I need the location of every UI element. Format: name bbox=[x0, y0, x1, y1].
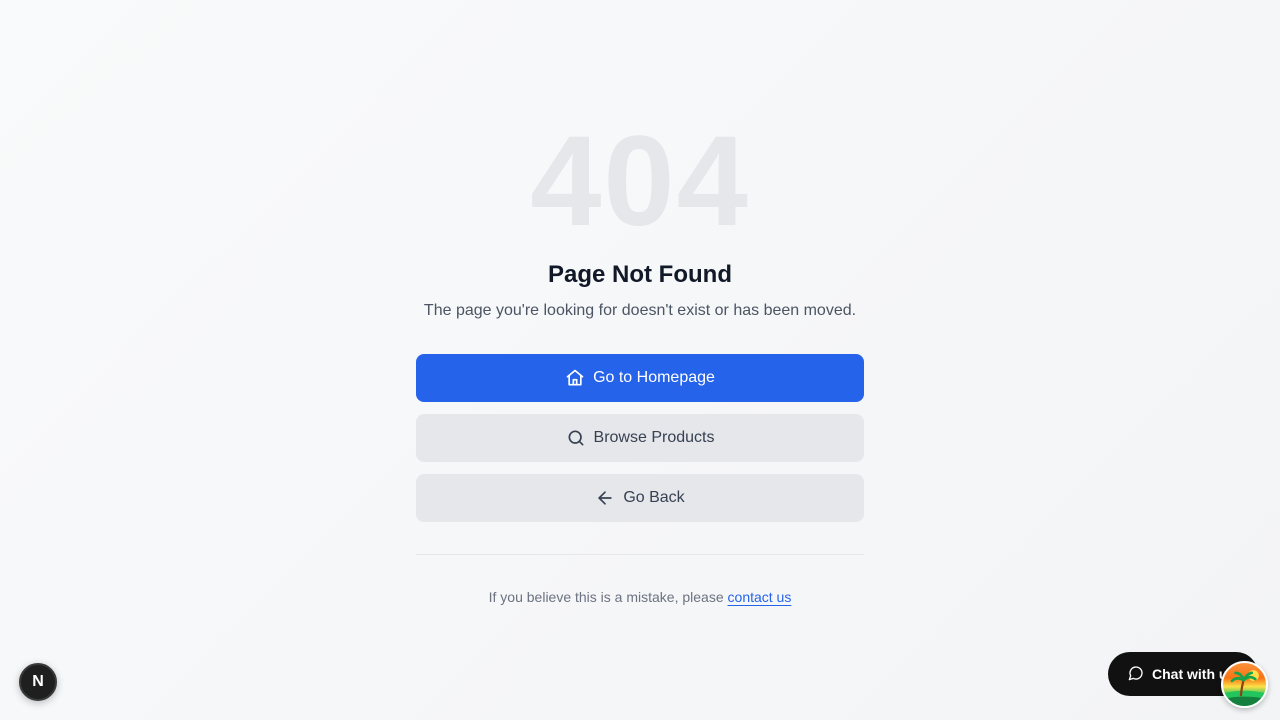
search-icon bbox=[566, 428, 586, 448]
divider bbox=[416, 554, 864, 555]
browse-products-button[interactable]: Browse Products bbox=[416, 414, 864, 462]
go-to-homepage-label: Go to Homepage bbox=[593, 369, 715, 386]
message-circle-icon bbox=[1128, 665, 1144, 684]
palm-tree-icon bbox=[1223, 670, 1266, 706]
help-prefix: If you believe this is a mistake, please bbox=[488, 589, 724, 605]
dev-badge-label: N bbox=[32, 673, 44, 690]
error-message: The page you're looking for doesn't exis… bbox=[423, 302, 857, 319]
error-code: 404 bbox=[530, 110, 750, 253]
chat-avatar[interactable] bbox=[1221, 661, 1268, 708]
go-back-button[interactable]: Go Back bbox=[416, 474, 864, 522]
arrow-left-icon bbox=[595, 488, 615, 508]
go-back-label: Go Back bbox=[623, 489, 685, 506]
home-icon bbox=[565, 368, 585, 388]
go-to-homepage-button[interactable]: Go to Homepage bbox=[416, 354, 864, 402]
browse-products-label: Browse Products bbox=[593, 429, 715, 446]
contact-us-link[interactable]: contact us bbox=[728, 589, 792, 605]
help-text: If you believe this is a mistake, please… bbox=[376, 588, 904, 606]
dev-tools-badge[interactable]: N bbox=[19, 663, 57, 701]
page-title: Page Not Found bbox=[548, 261, 732, 288]
